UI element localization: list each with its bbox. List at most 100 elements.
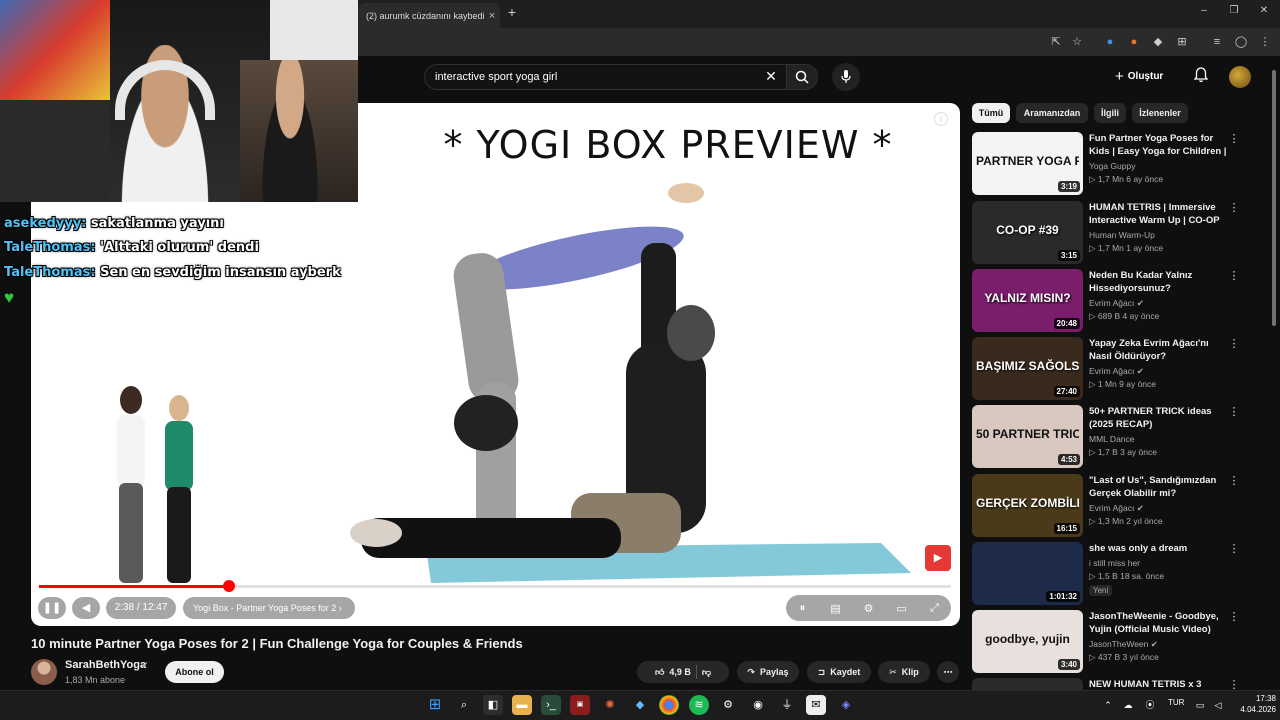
new-tab-button[interactable]: +: [504, 4, 520, 22]
recommendation-channel[interactable]: Yoga Guppy: [1089, 161, 1135, 171]
recommendation-thumbnail[interactable]: BAŞIMIZ SAĞOLSUN! 27:40: [972, 337, 1083, 400]
more-options-icon[interactable]: ⋮: [1228, 610, 1240, 623]
clip-button[interactable]: ✂ Klip: [878, 661, 930, 683]
recommendation-item[interactable]: CO-OP #39 3:15 HUMAN TETRIS | Immersive In…: [972, 201, 1262, 265]
voice-search-button[interactable]: [832, 63, 860, 91]
task-view-icon[interactable]: ◧: [483, 695, 503, 715]
info-icon[interactable]: i: [934, 112, 948, 126]
close-window-button[interactable]: ✕: [1257, 5, 1271, 19]
autoplay-toggle-icon[interactable]: ⏸: [793, 602, 813, 615]
recommendation-item[interactable]: GERÇEK ZOMBİLER 16:15 "Last of Us", Sandığ…: [972, 474, 1262, 538]
recommendation-title[interactable]: Neden Bu Kadar Yalnız Hissediyorsunuz?: [1089, 269, 1229, 295]
extension-icon-2[interactable]: ●: [1126, 34, 1142, 50]
recommendation-thumbnail[interactable]: PARTNER YOGA POSES 3:19: [972, 132, 1083, 195]
windows-start-icon[interactable]: ⊞: [425, 695, 445, 715]
recommendation-thumbnail[interactable]: 1:01:32: [972, 542, 1083, 605]
more-options-icon[interactable]: ⋮: [1228, 337, 1240, 350]
chapter-button[interactable]: Yogi Box - Partner Yoga Poses for 2 ›: [183, 597, 355, 619]
recommendation-thumbnail[interactable]: YALNIZ MISIN? 20:48: [972, 269, 1083, 332]
recommendation-title[interactable]: 50+ PARTNER TRICK ideas (2025 RECAP): [1089, 405, 1229, 431]
recommendation-item[interactable]: PARTNER YOGA POSES 3:19 Fun Partner Yoga P…: [972, 132, 1262, 196]
extension-icon-3[interactable]: ◆: [1150, 34, 1166, 50]
recommendation-thumbnail[interactable]: 50 PARTNER TRICK 4:53: [972, 405, 1083, 468]
tab-close-icon[interactable]: ×: [484, 10, 500, 22]
like-icon[interactable]: 👍︎: [655, 667, 664, 678]
profile-icon[interactable]: ◯: [1233, 34, 1249, 50]
pause-button[interactable]: ❚❚: [38, 597, 66, 619]
dislike-icon[interactable]: 👎︎: [702, 667, 711, 678]
search-clear-icon[interactable]: ✕: [762, 67, 780, 85]
install-app-icon[interactable]: ⇱: [1048, 34, 1064, 50]
more-actions-button[interactable]: ⋯: [937, 661, 959, 683]
recommendation-item[interactable]: goodbye, yujin 3:40 JasonTheWeenie - Goodb…: [972, 610, 1262, 674]
search-button[interactable]: [786, 64, 818, 90]
chip-watched[interactable]: İzlenenler: [1132, 103, 1188, 123]
taskbar-search-icon[interactable]: ⌕: [454, 695, 474, 715]
app-icon-4[interactable]: ⏚: [777, 695, 797, 715]
chrome-icon[interactable]: [659, 695, 679, 715]
spotify-icon[interactable]: ≋: [689, 695, 709, 715]
volume-tray-icon[interactable]: ◁: [1208, 695, 1228, 715]
sidebar-scrollbar[interactable]: [1272, 70, 1276, 326]
more-options-icon[interactable]: ⋮: [1228, 405, 1240, 418]
share-button[interactable]: ↷ Paylaş: [737, 661, 799, 683]
more-options-icon[interactable]: ⋮: [1228, 201, 1240, 214]
recommendation-item[interactable]: 1:01:32 she was only a dream i still miss …: [972, 542, 1262, 606]
subtitles-icon[interactable]: ▤: [826, 602, 846, 615]
more-options-icon[interactable]: ⋮: [1228, 474, 1240, 487]
recommendation-title[interactable]: Yapay Zeka Evrim Ağacı'nı Nasıl Öldürüyo…: [1089, 337, 1229, 363]
recommendation-title[interactable]: she was only a dream: [1089, 542, 1229, 555]
recommendation-channel[interactable]: Evrim Ağacı ✔: [1089, 503, 1144, 514]
recommendation-title[interactable]: "Last of Us", Sandığımızdan Gerçek Olabi…: [1089, 474, 1229, 500]
minimize-button[interactable]: –: [1197, 5, 1211, 19]
more-options-icon[interactable]: ⋮: [1228, 542, 1240, 555]
keyboard-language[interactable]: TUR: [1168, 698, 1184, 707]
steam-icon[interactable]: ⚙: [718, 695, 738, 715]
terminal-icon[interactable]: ›_: [541, 695, 561, 715]
tray-overflow-icon[interactable]: ⌃: [1098, 695, 1118, 715]
recommendation-title[interactable]: HUMAN TETRIS | Immersive Interactive War…: [1089, 201, 1229, 227]
recommendation-item[interactable]: BAŞIMIZ SAĞOLSUN! 27:40 Yapay Zeka Evrim A…: [972, 337, 1262, 401]
recommendation-item[interactable]: 50 PARTNER TRICK 4:53 50+ PARTNER TRICK id…: [972, 405, 1262, 469]
recommendation-channel[interactable]: Evrim Ağacı ✔: [1089, 298, 1144, 309]
more-options-icon[interactable]: ⋮: [1228, 269, 1240, 282]
bookmark-star-icon[interactable]: ☆: [1069, 34, 1085, 50]
search-input[interactable]: interactive sport yoga girl: [424, 64, 786, 90]
network-icon[interactable]: ▭: [1190, 695, 1210, 715]
browser-tab[interactable]: (2) aurumk cüzdanını kaybediyo ×: [358, 3, 500, 28]
recommendation-channel[interactable]: MML Dance: [1089, 434, 1135, 444]
recommendation-channel[interactable]: i still miss her: [1089, 558, 1140, 568]
chip-all[interactable]: Tümü: [972, 103, 1010, 123]
maximize-button[interactable]: ❐: [1227, 5, 1241, 19]
create-button[interactable]: + Oluştur: [1115, 65, 1181, 87]
recommendation-title[interactable]: Fun Partner Yoga Poses for Kids | Easy Y…: [1089, 132, 1229, 158]
channel-name[interactable]: SarahBethYoga: [65, 659, 146, 671]
tray-app-icon[interactable]: ☁: [1118, 695, 1138, 715]
extension-icon[interactable]: ●: [1102, 34, 1118, 50]
reading-list-icon[interactable]: ≡: [1209, 34, 1225, 50]
recommendation-thumbnail[interactable]: goodbye, yujin 3:40: [972, 610, 1083, 673]
progress-bar[interactable]: [39, 580, 951, 592]
recommendation-thumbnail[interactable]: CO-OP #39 3:15: [972, 201, 1083, 264]
notifications-bell-icon[interactable]: [1192, 67, 1210, 85]
like-count[interactable]: 4,9 B: [669, 667, 691, 677]
chip-from-search[interactable]: Aramanızdan: [1016, 103, 1088, 123]
tray-mic-icon[interactable]: ⦿: [1140, 695, 1160, 715]
extensions-puzzle-icon[interactable]: ⊞: [1174, 34, 1190, 50]
discord-icon[interactable]: ◈: [836, 695, 856, 715]
clock[interactable]: 17:38 4.04.2026: [1232, 693, 1276, 715]
theater-mode-icon[interactable]: ▭: [892, 602, 912, 615]
recommendation-channel[interactable]: Human Warm-Up: [1089, 230, 1155, 240]
channel-watermark-icon[interactable]: ▶: [925, 545, 951, 571]
recommendation-thumbnail[interactable]: GERÇEK ZOMBİLER 16:15: [972, 474, 1083, 537]
chip-related[interactable]: İlgili: [1094, 103, 1126, 123]
app-icon[interactable]: ▣: [570, 695, 590, 715]
more-options-icon[interactable]: ⋮: [1228, 132, 1240, 145]
settings-gear-icon[interactable]: ⚙: [859, 602, 879, 615]
subscribe-button[interactable]: Abone ol: [165, 661, 224, 683]
recommendation-channel[interactable]: JasonTheWeen ✔: [1089, 639, 1158, 650]
recommendation-channel[interactable]: Evrim Ağacı ✔: [1089, 366, 1144, 377]
obs-icon[interactable]: ◉: [748, 695, 768, 715]
progress-scrubber[interactable]: [222, 580, 235, 592]
app-icon-2[interactable]: ✺: [600, 695, 620, 715]
